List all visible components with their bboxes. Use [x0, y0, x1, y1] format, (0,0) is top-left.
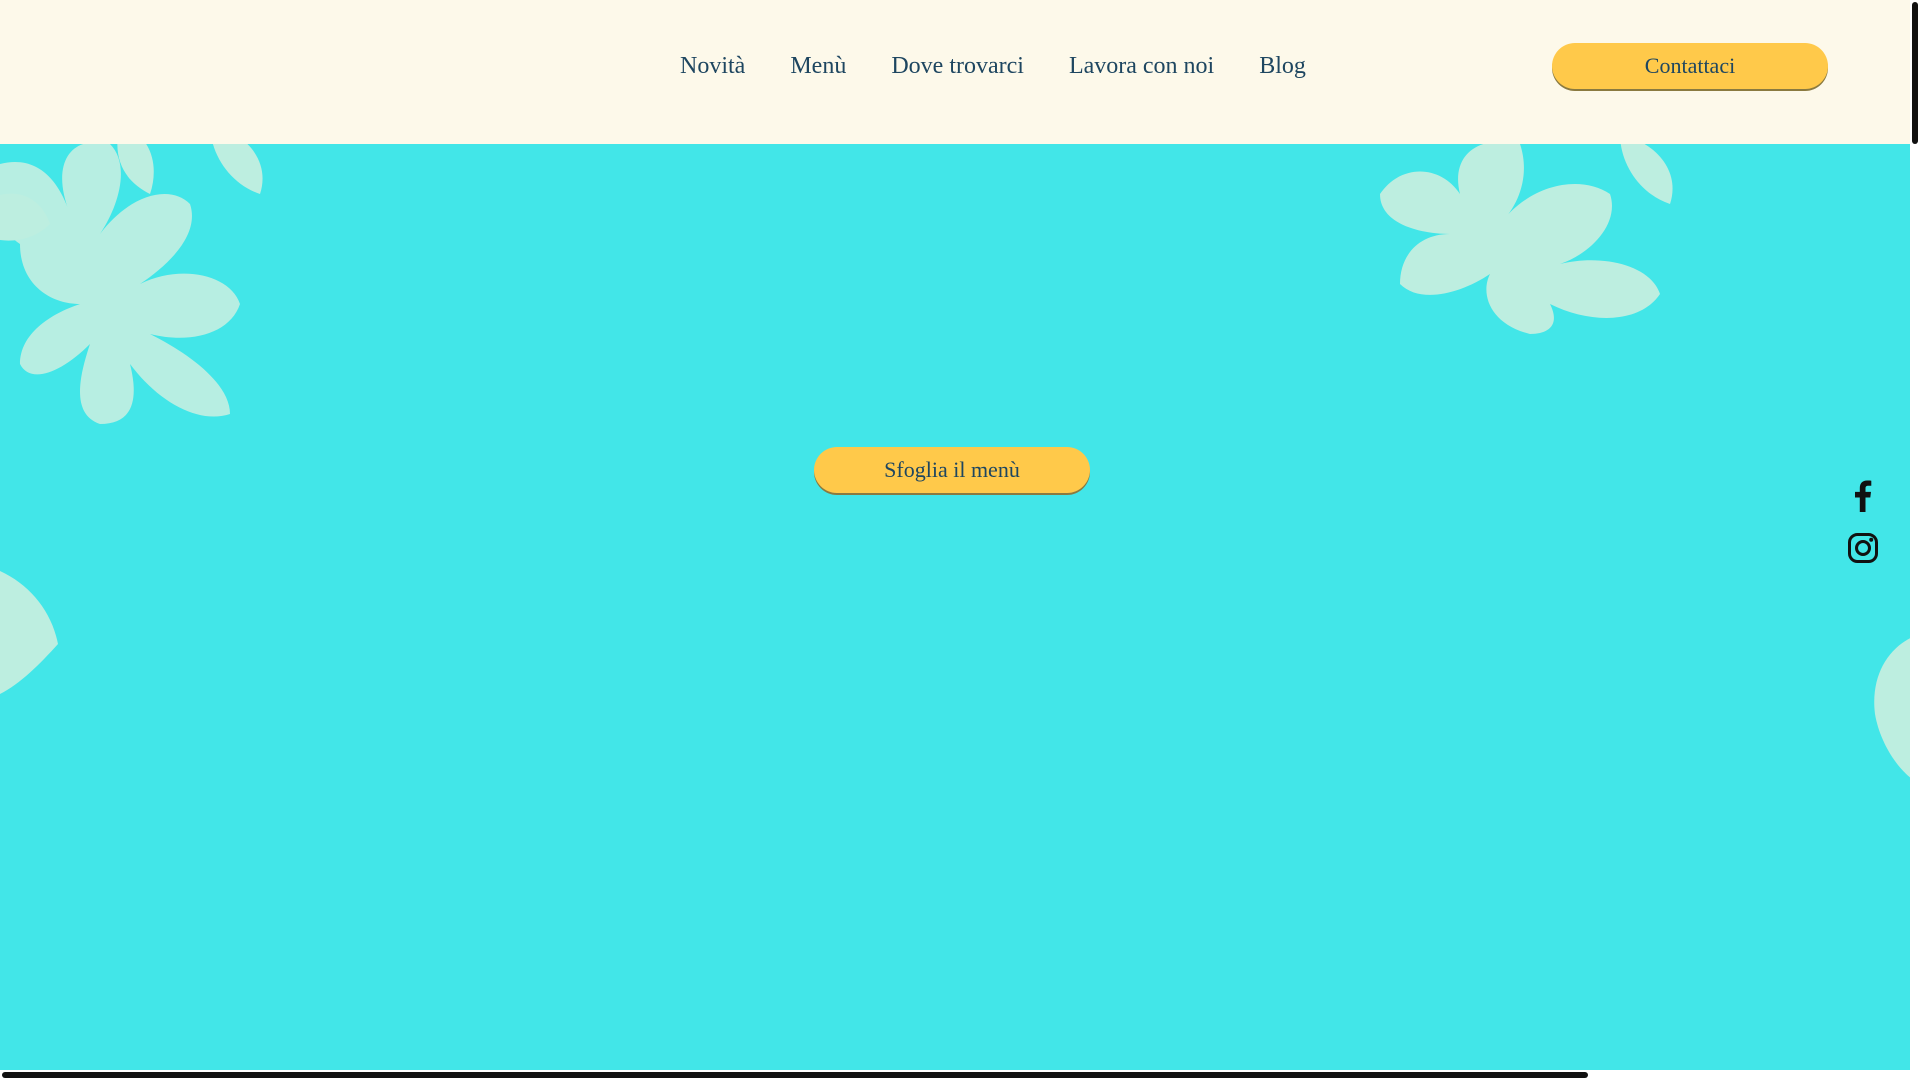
page: Novità Menù Dove trovarci Lavora con noi… [0, 0, 1920, 1080]
main-nav: Novità Menù Dove trovarci Lavora con noi… [680, 45, 1306, 87]
nav-item-blog[interactable]: Blog [1259, 45, 1306, 87]
facebook-icon[interactable] [1847, 480, 1879, 512]
leaf-decoration-right [1874, 638, 1910, 778]
nav-item-lavora-con-noi[interactable]: Lavora con noi [1069, 45, 1214, 87]
leaf-decoration-left [0, 571, 58, 694]
vertical-scrollbar-thumb[interactable] [1912, 2, 1918, 144]
instagram-icon[interactable] [1847, 532, 1879, 564]
nav-item-menu[interactable]: Menù [790, 45, 846, 87]
leaf-decoration-top-right [1380, 144, 1673, 334]
site-header: Novità Menù Dove trovarci Lavora con noi… [0, 0, 1910, 144]
social-links [1846, 480, 1880, 564]
nav-item-novita[interactable]: Novità [680, 45, 745, 87]
horizontal-scrollbar-thumb[interactable] [2, 1072, 1588, 1078]
browse-menu-button[interactable]: Sfoglia il menù [814, 447, 1090, 493]
vertical-scrollbar [1910, 0, 1920, 1080]
nav-item-dove-trovarci[interactable]: Dove trovarci [891, 45, 1024, 87]
hero-section: Sfoglia il menù [0, 144, 1910, 1070]
leaf-decoration-top-left [0, 144, 263, 424]
contact-button[interactable]: Contattaci [1552, 43, 1828, 89]
